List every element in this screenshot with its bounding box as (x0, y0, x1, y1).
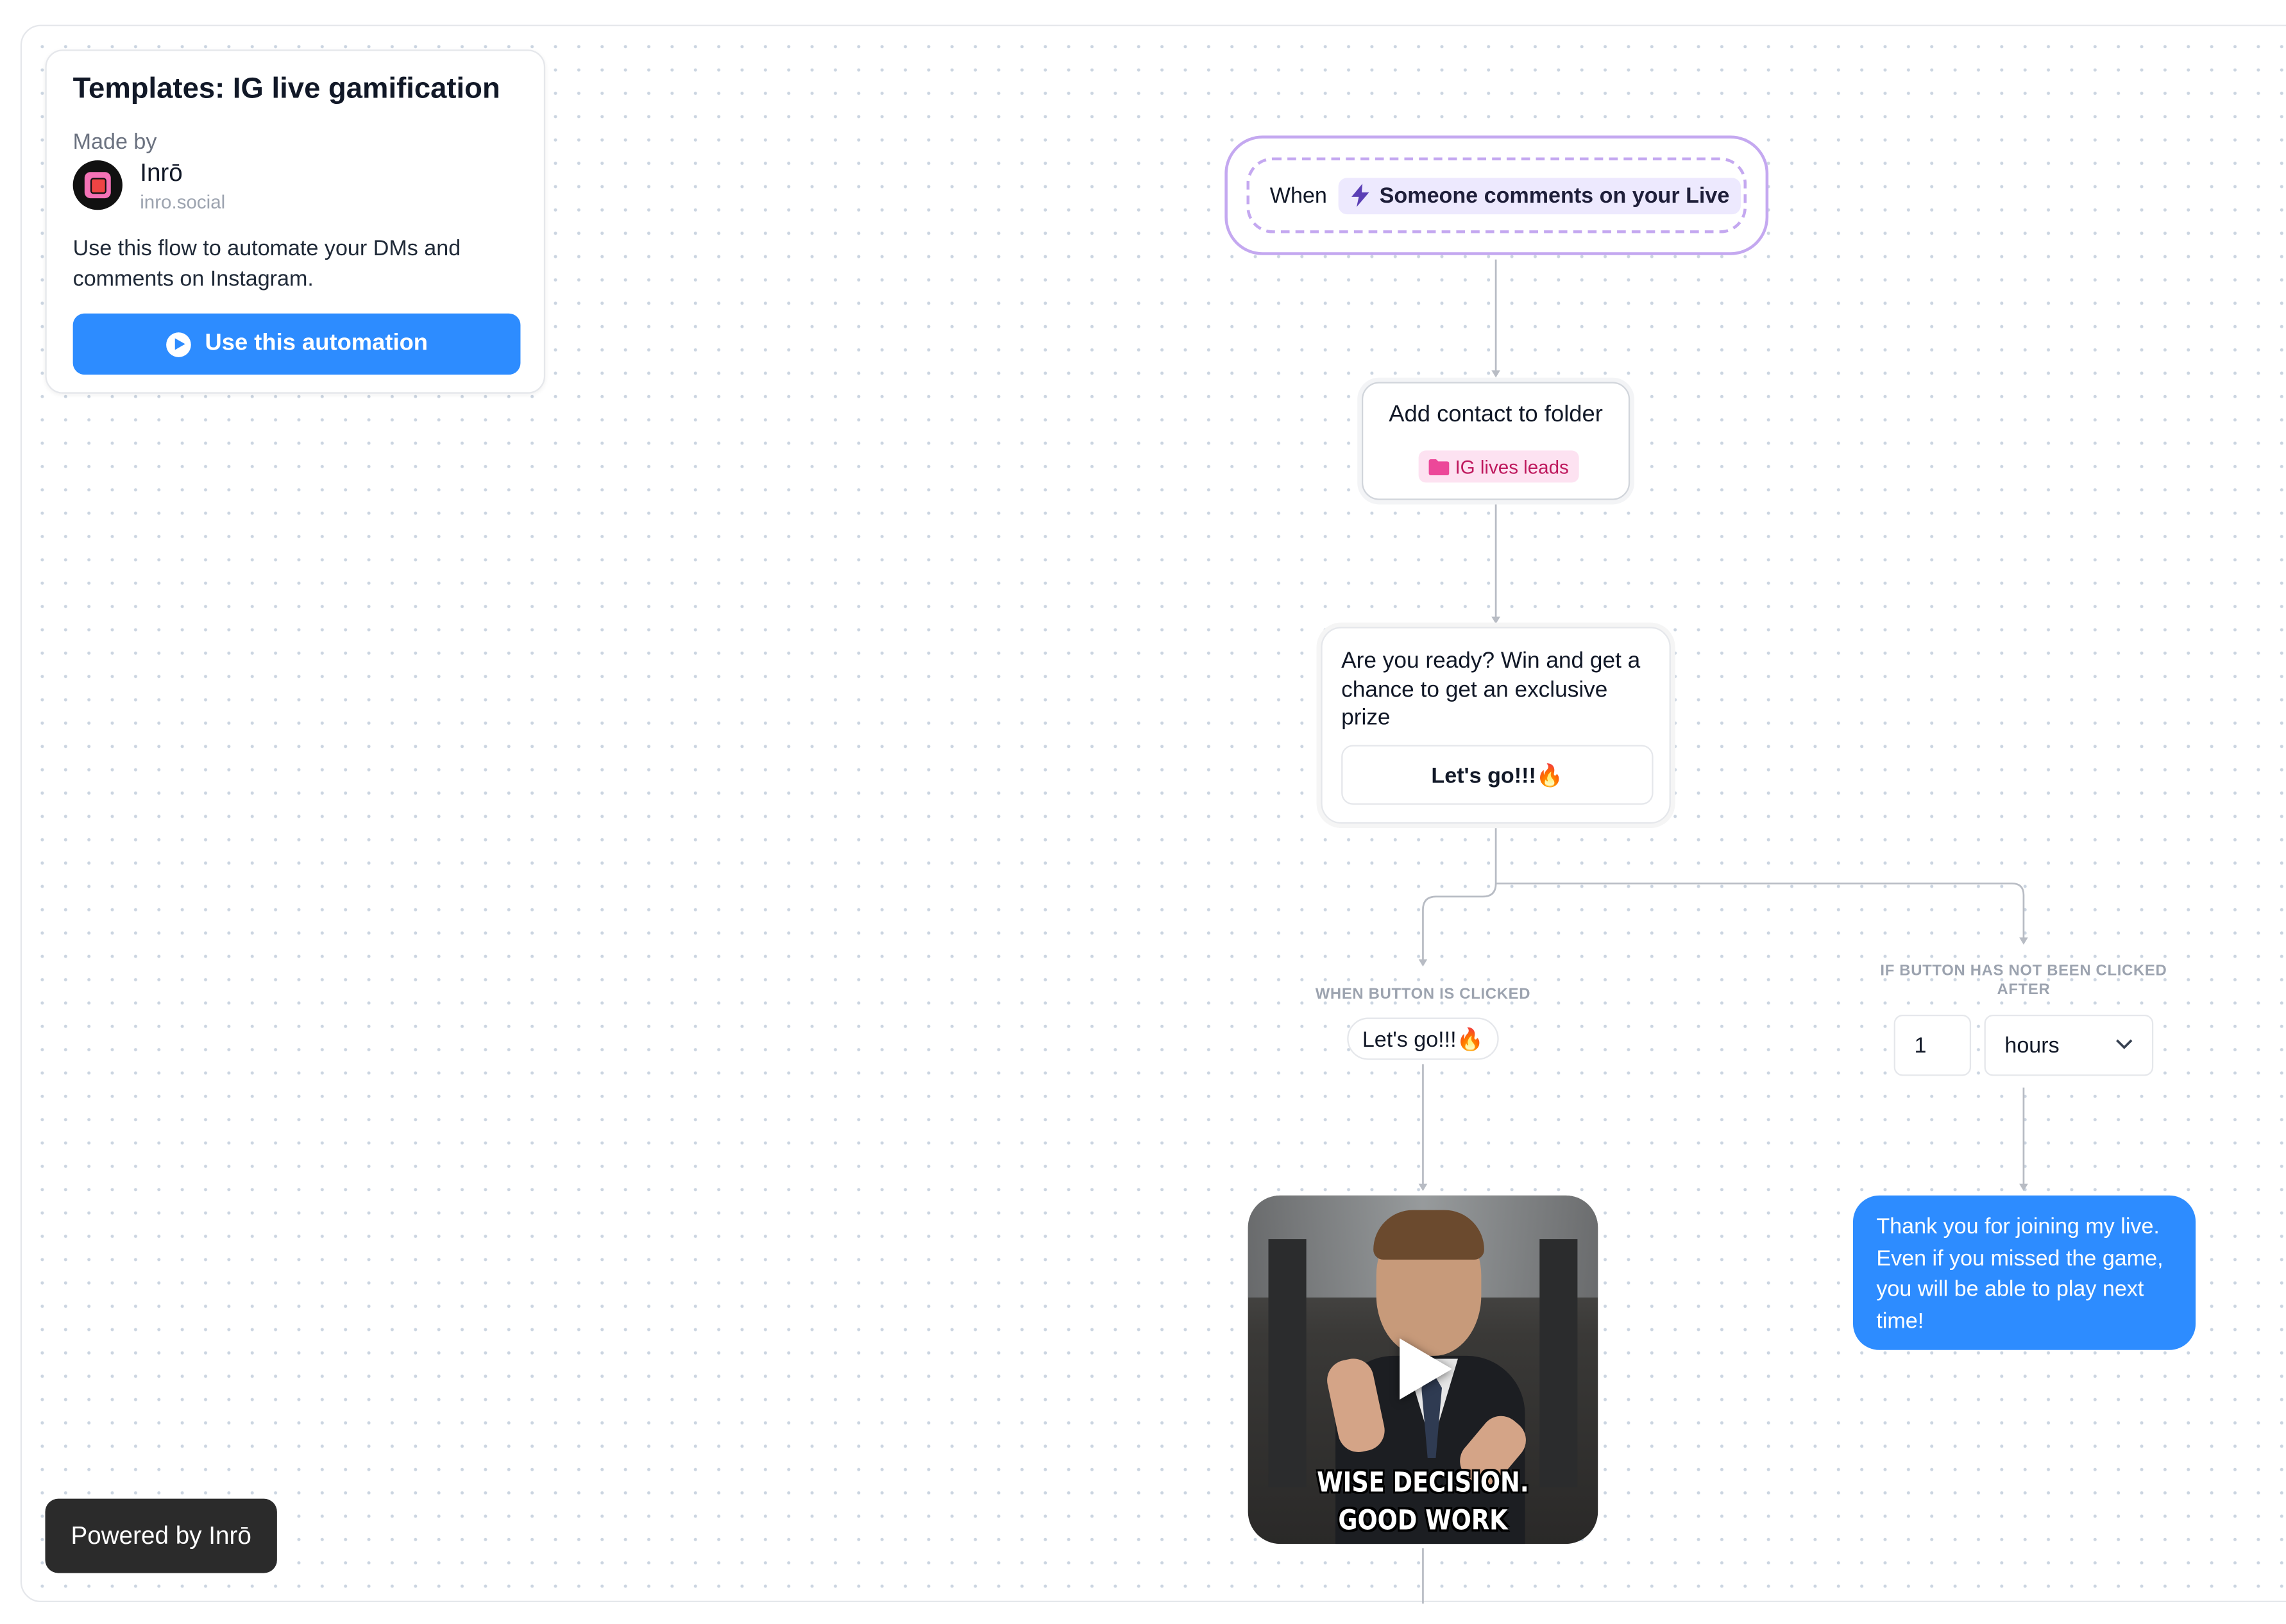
when-label: When (1269, 183, 1327, 208)
folder-badge: IG lives leads (1418, 450, 1579, 483)
message-node[interactable]: Are you ready? Win and get a chance to g… (1321, 627, 1671, 824)
author-name: Inrō (140, 158, 183, 187)
trigger-inner: When Someone comments on your Live (1246, 157, 1747, 233)
delay-unit-select[interactable]: hours (1984, 1015, 2154, 1076)
play-circle-icon (165, 332, 190, 357)
lightning-icon (1351, 183, 1369, 207)
folder-name: IG lives leads (1455, 455, 1569, 478)
folder-step-title: Add contact to folder (1389, 402, 1603, 427)
use-automation-button[interactable]: Use this automation (72, 313, 521, 375)
trigger-event-pill[interactable]: Someone comments on your Live (1339, 177, 1741, 214)
trigger-event-label: Someone comments on your Live (1379, 183, 1730, 208)
message-quick-reply-button[interactable]: Let's go!!!🔥 (1341, 745, 1654, 805)
branch-clicked-label: WHEN BUTTON IS CLICKED (1315, 985, 1531, 1003)
clicked-button-pill[interactable]: Let's go!!!🔥 (1347, 1017, 1499, 1060)
message-text: Are you ready? Win and get a chance to g… (1341, 648, 1641, 731)
template-title: Templates: IG live gamification (72, 72, 500, 105)
gif-caption-line2: GOOD WORK (1338, 1504, 1508, 1537)
edge-message-to-clicked (1422, 828, 1497, 963)
powered-by-badge[interactable]: Powered by Inrō (45, 1498, 277, 1573)
template-description: Use this flow to automate your DMs and c… (72, 236, 461, 292)
folder-icon (1428, 458, 1450, 475)
gif-media-node[interactable]: WISE DECISION. GOOD WORK (1248, 1195, 1598, 1544)
delay-unit-value: hours (2004, 1033, 2060, 1058)
add-to-folder-node[interactable]: Add contact to folder IG lives leads (1361, 382, 1630, 500)
delay-value-input[interactable]: 1 (1893, 1015, 1972, 1076)
trigger-node[interactable]: When Someone comments on your Live (1224, 135, 1769, 255)
made-by-label: Made by (72, 130, 157, 155)
template-info-card: Templates: IG live gamification Made by … (45, 49, 546, 394)
reply-message-bubble[interactable]: Thank you for joining my live. Even if y… (1852, 1195, 2196, 1350)
edge-message-to-not-clicked (1496, 883, 2025, 941)
author-avatar (72, 160, 123, 210)
gif-caption-line1: WISE DECISION. (1317, 1466, 1529, 1499)
use-automation-label: Use this automation (205, 330, 428, 356)
author-domain[interactable]: inro.social (140, 191, 225, 213)
branch-not-clicked-label: IF BUTTON HAS NOT BEEN CLICKED AFTER (1880, 962, 2167, 999)
chevron-down-icon (2116, 1039, 2133, 1049)
play-icon[interactable] (1400, 1338, 1452, 1400)
